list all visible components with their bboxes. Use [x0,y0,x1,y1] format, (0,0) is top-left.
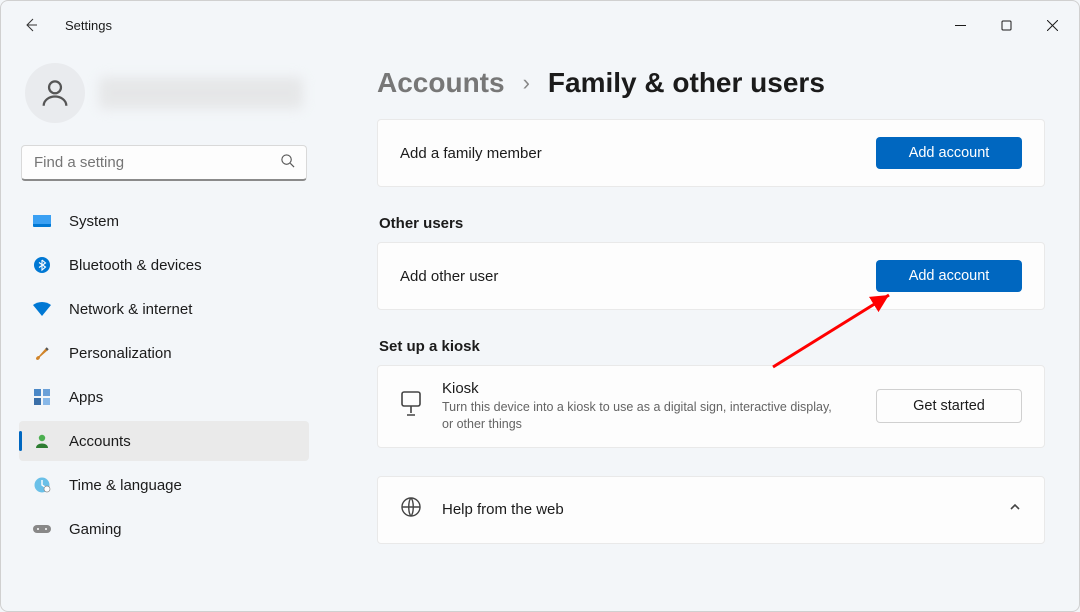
search-icon [280,153,295,173]
kiosk-heading: Set up a kiosk [379,338,1045,355]
breadcrumb: Accounts › Family & other users [377,67,1045,99]
add-family-account-button[interactable]: Add account [876,137,1022,169]
minimize-button[interactable] [937,9,983,41]
close-icon [1047,20,1058,31]
sidebar-item-network[interactable]: Network & internet [19,289,309,329]
other-users-heading: Other users [379,215,1045,232]
family-card: Add a family member Add account [377,119,1045,187]
search-box[interactable] [21,145,307,181]
sidebar: System Bluetooth & devices Network & int… [1,49,323,611]
sidebar-item-gaming[interactable]: Gaming [19,509,309,549]
maximize-icon [1001,20,1012,31]
chevron-right-icon: › [523,70,530,96]
kiosk-description: Turn this device into a kiosk to use as … [442,399,836,433]
sidebar-item-bluetooth[interactable]: Bluetooth & devices [19,245,309,285]
other-users-card: Add other user Add account [377,242,1045,310]
globe-icon [400,496,422,523]
sidebar-item-accounts[interactable]: Accounts [19,421,309,461]
profile-name-redacted [99,77,303,109]
arrow-left-icon [23,17,39,33]
maximize-button[interactable] [983,9,1029,41]
sidebar-item-time-language[interactable]: Time & language [19,465,309,505]
display-icon [33,212,51,230]
breadcrumb-root[interactable]: Accounts [377,67,505,99]
wifi-icon [33,300,51,318]
page-title: Family & other users [548,67,825,99]
add-other-user-label: Add other user [400,268,498,285]
person-icon [38,76,72,110]
add-other-account-button[interactable]: Add account [876,260,1022,292]
chevron-up-icon [1008,500,1022,519]
paintbrush-icon [33,344,51,362]
sidebar-item-label: Gaming [69,521,122,538]
gamepad-icon [33,520,51,538]
sidebar-item-personalization[interactable]: Personalization [19,333,309,373]
profile-block[interactable] [19,49,309,145]
back-button[interactable] [13,7,49,43]
kiosk-icon [400,391,422,422]
apps-icon [33,388,51,406]
sidebar-item-label: Accounts [69,433,131,450]
kiosk-get-started-button[interactable]: Get started [876,389,1022,423]
bluetooth-icon [33,256,51,274]
sidebar-item-label: Bluetooth & devices [69,257,202,274]
sidebar-item-label: System [69,213,119,230]
account-icon [33,432,51,450]
help-label: Help from the web [442,501,564,518]
sidebar-item-label: Apps [69,389,103,406]
sidebar-item-label: Network & internet [69,301,192,318]
avatar [25,63,85,123]
kiosk-card: Kiosk Turn this device into a kiosk to u… [377,365,1045,448]
search-input[interactable] [21,145,307,181]
close-button[interactable] [1029,9,1075,41]
help-card[interactable]: Help from the web [377,476,1045,544]
titlebar: Settings [1,1,1079,49]
clock-globe-icon [33,476,51,494]
window-title: Settings [65,18,112,33]
window-controls [937,9,1075,41]
sidebar-item-label: Personalization [69,345,172,362]
sidebar-item-apps[interactable]: Apps [19,377,309,417]
nav-list: System Bluetooth & devices Network & int… [19,201,309,549]
add-family-label: Add a family member [400,145,542,162]
sidebar-item-system[interactable]: System [19,201,309,241]
content-pane: Accounts › Family & other users Add a fa… [323,49,1079,611]
minimize-icon [955,20,966,31]
sidebar-item-label: Time & language [69,477,182,494]
kiosk-label: Kiosk [442,380,836,397]
